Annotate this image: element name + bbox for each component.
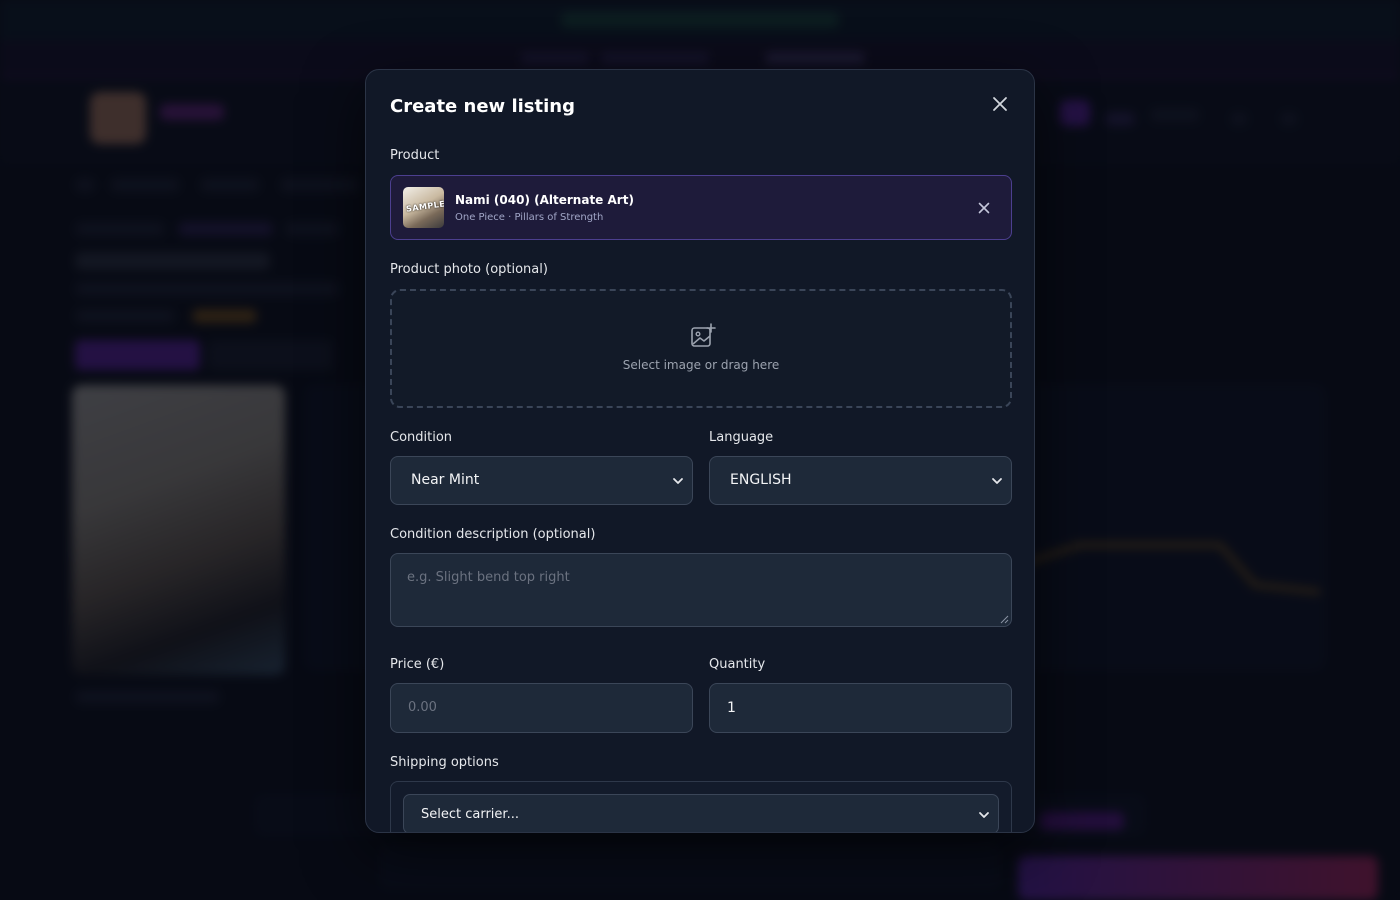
modal-title: Create new listing — [390, 96, 575, 117]
quantity-label: Quantity — [709, 657, 766, 672]
close-icon — [978, 202, 990, 214]
quantity-input[interactable]: 1 — [709, 683, 1012, 733]
shipping-options: Select carrier... — [390, 781, 1012, 832]
shipping-label: Shipping options — [390, 755, 499, 770]
product-thumbnail: SAMPLE — [403, 187, 444, 228]
remove-product-button[interactable] — [973, 197, 995, 219]
create-listing-modal: Create new listing Product SAMPLE Nami (… — [365, 69, 1035, 833]
chevron-down-icon — [979, 812, 989, 818]
condition-value: Near Mint — [411, 472, 480, 488]
price-placeholder: 0.00 — [408, 700, 437, 715]
image-plus-icon — [691, 323, 716, 347]
language-select[interactable]: ENGLISH — [709, 456, 1012, 505]
quantity-value: 1 — [727, 700, 736, 716]
thumbnail-watermark: SAMPLE — [405, 199, 444, 214]
language-label: Language — [709, 430, 774, 445]
photo-label: Product photo (optional) — [390, 262, 548, 277]
condition-select[interactable]: Near Mint — [390, 456, 693, 505]
product-label: Product — [390, 148, 440, 163]
photo-dropzone[interactable]: Select image or drag here — [390, 289, 1012, 408]
price-label: Price (€) — [390, 657, 445, 672]
condition-label: Condition — [390, 430, 453, 445]
price-input[interactable]: 0.00 — [390, 683, 693, 733]
condition-description-textarea[interactable]: e.g. Slight bend top right — [390, 553, 1012, 627]
chevron-down-icon — [673, 478, 683, 484]
product-name: Nami (040) (Alternate Art) — [455, 193, 634, 207]
product-subtitle: One Piece · Pillars of Strength — [455, 212, 604, 223]
carrier-select[interactable]: Select carrier... — [403, 794, 999, 832]
chevron-down-icon — [992, 478, 1002, 484]
resize-grip-icon[interactable] — [1000, 615, 1009, 624]
condition-description-label: Condition description (optional) — [390, 527, 596, 542]
carrier-value: Select carrier... — [421, 807, 519, 822]
close-icon — [993, 97, 1007, 111]
language-value: ENGLISH — [730, 472, 792, 488]
close-modal-button[interactable] — [988, 92, 1012, 116]
condition-description-placeholder: e.g. Slight bend top right — [407, 570, 570, 585]
dropzone-text: Select image or drag here — [622, 358, 780, 372]
selected-product: SAMPLE Nami (040) (Alternate Art) One Pi… — [390, 175, 1012, 240]
